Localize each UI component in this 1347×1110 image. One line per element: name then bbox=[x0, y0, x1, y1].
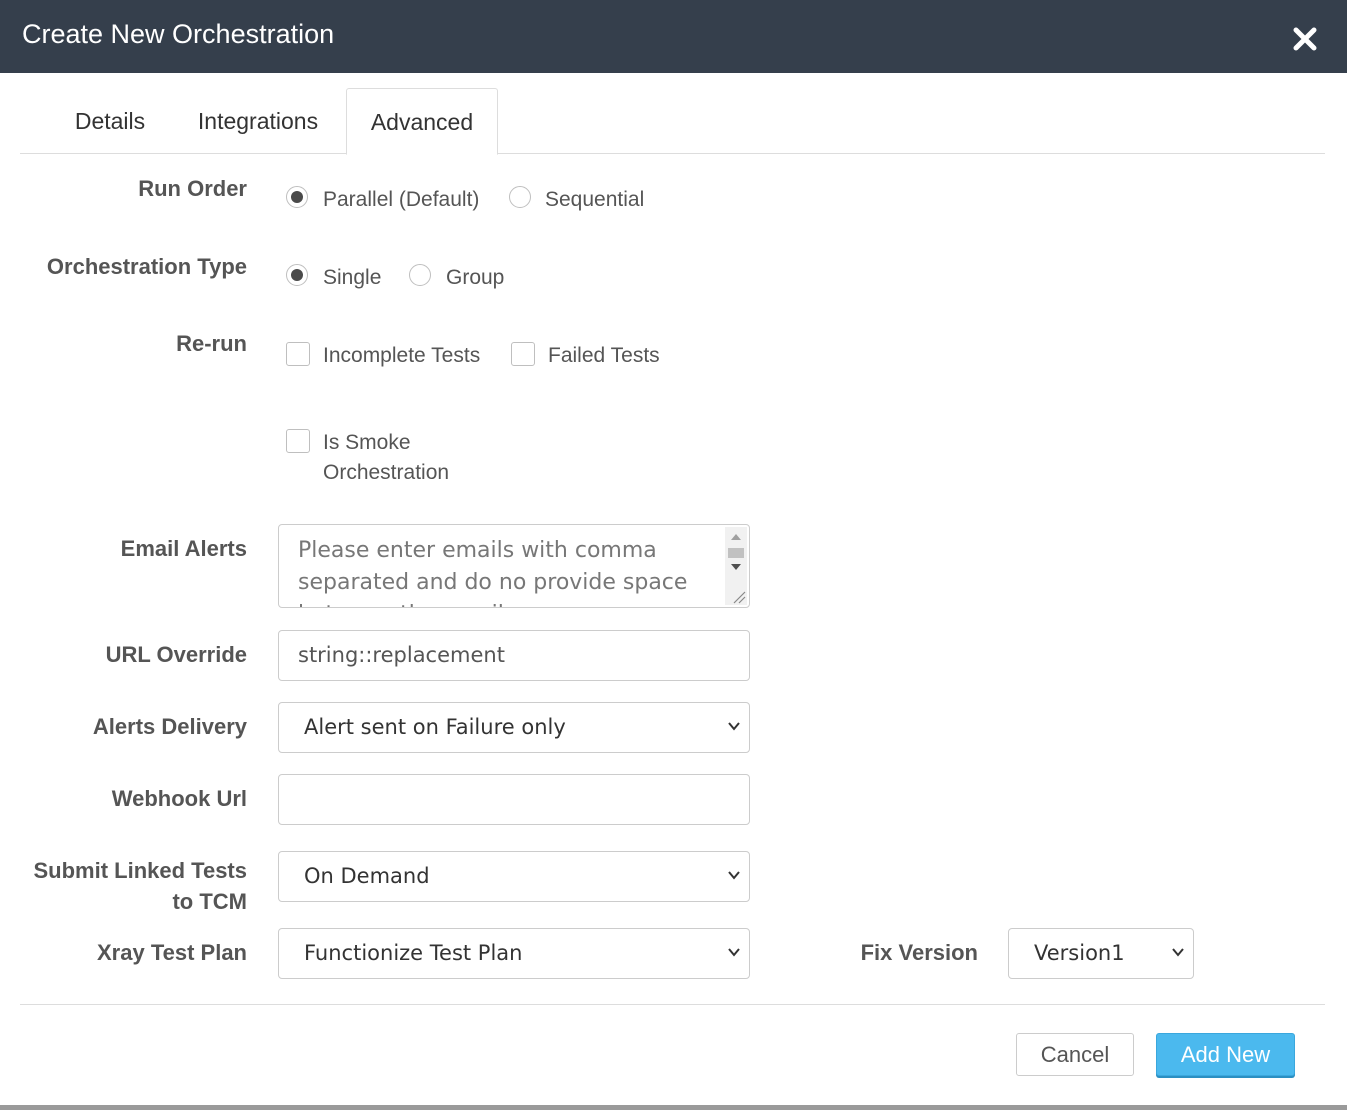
orchestration-type-label: Orchestration Type bbox=[46, 254, 247, 279]
run-order-label: Run Order bbox=[138, 176, 247, 201]
rerun-incomplete-label: Incomplete Tests bbox=[323, 344, 481, 367]
email-alerts-label: Email Alerts bbox=[120, 536, 247, 561]
rerun-failed-checkbox[interactable] bbox=[511, 342, 535, 366]
email-alerts-placeholder: Please enter emails with comma separated… bbox=[298, 538, 688, 607]
dialog-bottom-edge bbox=[0, 1105, 1347, 1110]
tab-advanced[interactable]: Advanced bbox=[346, 88, 498, 155]
alerts-delivery-label: Alerts Delivery bbox=[92, 714, 247, 739]
chevron-down-icon bbox=[1172, 948, 1184, 957]
url-override-input[interactable]: string::replacement bbox=[278, 630, 750, 681]
run-order-sequential-label: Sequential bbox=[545, 188, 645, 211]
xray-test-plan-select[interactable]: Functionize Test Plan bbox=[278, 928, 750, 979]
url-override-value: string::replacement bbox=[298, 643, 505, 667]
url-override-label: URL Override bbox=[105, 642, 247, 667]
xray-test-plan-label: Xray Test Plan bbox=[97, 940, 247, 965]
fix-version-select[interactable]: Version1 bbox=[1008, 928, 1194, 979]
email-alerts-textarea[interactable]: Please enter emails with comma separated… bbox=[278, 524, 750, 608]
alerts-delivery-value: Alert sent on Failure only bbox=[304, 715, 566, 739]
alerts-delivery-select[interactable]: Alert sent on Failure only bbox=[278, 702, 750, 753]
footer-divider bbox=[20, 1004, 1325, 1005]
run-order-sequential-radio[interactable] bbox=[509, 186, 531, 208]
chevron-down-icon bbox=[728, 871, 740, 880]
smoke-orchestration-checkbox[interactable] bbox=[286, 429, 310, 453]
rerun-incomplete-checkbox[interactable] bbox=[286, 342, 310, 366]
dialog-header: Create New Orchestration bbox=[0, 0, 1347, 73]
chevron-down-icon bbox=[728, 948, 740, 957]
rerun-label: Re-run bbox=[176, 331, 247, 356]
run-order-parallel-radio[interactable] bbox=[286, 186, 308, 208]
close-icon[interactable] bbox=[1290, 24, 1320, 54]
fix-version-label: Fix Version bbox=[860, 940, 978, 965]
run-order-parallel-label: Parallel (Default) bbox=[323, 188, 480, 211]
submit-linked-select[interactable]: On Demand bbox=[278, 851, 750, 902]
dialog-title: Create New Orchestration bbox=[22, 19, 335, 49]
submit-linked-value: On Demand bbox=[304, 864, 430, 888]
cancel-button[interactable]: Cancel bbox=[1016, 1033, 1134, 1076]
orchestration-type-group-label: Group bbox=[446, 266, 505, 289]
smoke-orchestration-label-line2: Orchestration bbox=[323, 461, 450, 484]
orchestration-type-single-label: Single bbox=[323, 266, 382, 289]
submit-linked-label-line2: to TCM bbox=[172, 889, 247, 914]
webhook-url-input[interactable] bbox=[278, 774, 750, 825]
chevron-down-icon bbox=[728, 722, 740, 731]
tab-integrations[interactable]: Integrations bbox=[180, 88, 336, 152]
tab-details[interactable]: Details bbox=[50, 88, 170, 152]
textarea-scrollbar[interactable] bbox=[725, 527, 747, 605]
tab-bar: Details Integrations Advanced bbox=[20, 88, 1325, 155]
scroll-arrows-icon bbox=[728, 534, 746, 604]
rerun-failed-label: Failed Tests bbox=[548, 344, 660, 367]
smoke-orchestration-label-line1: Is Smoke bbox=[323, 431, 411, 454]
add-new-button[interactable]: Add New bbox=[1156, 1033, 1295, 1076]
orchestration-type-single-radio[interactable] bbox=[286, 264, 308, 286]
xray-test-plan-value: Functionize Test Plan bbox=[304, 941, 523, 965]
orchestration-type-group-radio[interactable] bbox=[409, 264, 431, 286]
fix-version-value: Version1 bbox=[1034, 941, 1125, 965]
submit-linked-label-line1: Submit Linked Tests bbox=[33, 858, 247, 883]
webhook-url-label: Webhook Url bbox=[111, 786, 247, 811]
